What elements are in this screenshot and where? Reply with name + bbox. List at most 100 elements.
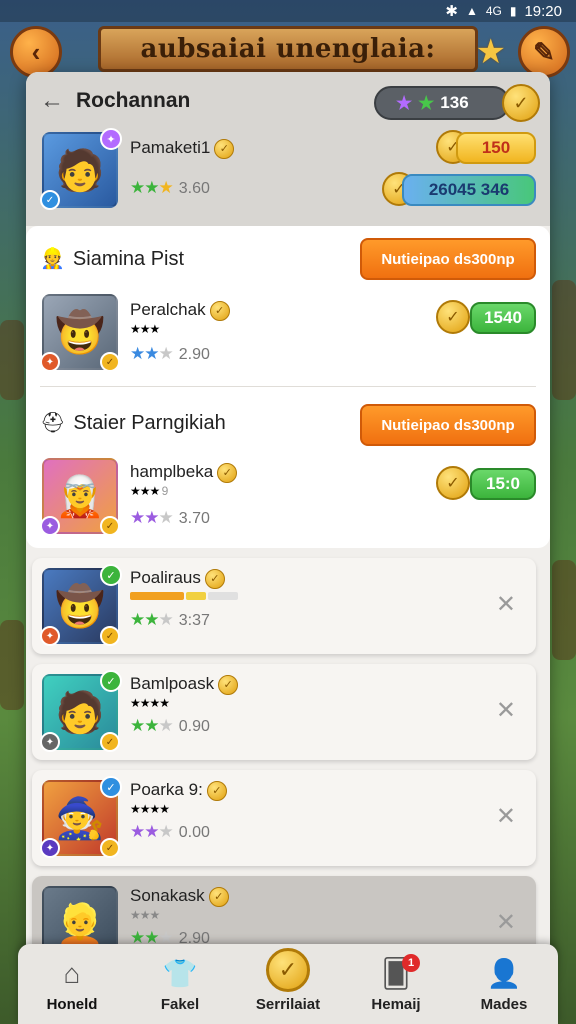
- coins-pill[interactable]: 150: [456, 132, 536, 164]
- player-portrait-icon: 🤠: [55, 584, 105, 629]
- player-name-text: hamplbeka: [130, 462, 214, 481]
- profile-stars: ★★★ 3.60: [130, 178, 210, 197]
- progress-bar: [130, 592, 184, 600]
- nav-item-home[interactable]: ⌂ Honeld: [22, 956, 122, 1013]
- coin-icon: ✓: [218, 674, 239, 695]
- list-item[interactable]: 🤠 ✓ ✦ ✓ Poaliraus ✓ ★★★ 3:37 ✕: [32, 558, 536, 654]
- coin-icon: ✓: [266, 947, 310, 992]
- background-tile: [552, 560, 576, 660]
- section-title: 👷 Siamina Pist: [40, 246, 184, 271]
- section-action-label: Nutieipao ds300np: [381, 416, 515, 434]
- coin-badge-icon: ✓: [100, 732, 120, 752]
- section-title-text: Staier Parngikiah: [73, 412, 226, 434]
- notification-badge: 1: [402, 953, 420, 972]
- avatar: 🤠 ✓ ✦ ✓: [40, 564, 122, 646]
- coin-badge-icon: ✓: [100, 352, 120, 372]
- signal-icon: ▲: [465, 4, 478, 18]
- player-rating: 2.90: [178, 346, 210, 363]
- player-name: hamplbeka ✓: [130, 462, 238, 483]
- player-name-text: Bamlpoask: [130, 674, 215, 693]
- network-label: 4G: [485, 4, 502, 18]
- purple-star-icon: ★: [396, 92, 413, 113]
- stars-value: 136: [440, 93, 469, 112]
- nav-item-cards[interactable]: 🂠 1 Hemaij: [346, 953, 446, 1013]
- avatar[interactable]: 🤠 ✦ ✓: [40, 294, 120, 372]
- coin-icon: ✓: [436, 466, 470, 500]
- section-title-text: Siamina Pist: [72, 248, 185, 270]
- stars-counter[interactable]: ★ ★ 136: [374, 86, 510, 120]
- avatar[interactable]: 🧑 ✦ ✓: [40, 128, 122, 210]
- list-item[interactable]: 🧑 ✓ ✦ ✓ Bamlpoask ✓ ★★★★ ★★★ 0.90 ✕: [32, 664, 536, 760]
- star-icon: ★: [475, 33, 506, 71]
- hardhat-icon: ⛑: [40, 412, 66, 434]
- close-icon[interactable]: ✕: [496, 696, 516, 725]
- balance-value: 26045 346: [428, 180, 510, 199]
- nav-label: Hemaij: [371, 995, 421, 1013]
- section-action-button[interactable]: Nutieipao ds300np: [360, 404, 536, 446]
- nav-item-shop[interactable]: ✓ Serrilaiat: [238, 947, 338, 1013]
- player-portrait-icon: 🧙: [55, 796, 105, 841]
- player-substars: ★★★ 9: [130, 484, 168, 498]
- back-button[interactable]: ‹: [10, 26, 62, 78]
- top-banner: ‹ aubsaiai unenglaia: ★ ✎: [0, 18, 576, 78]
- green-star-icon: ★: [418, 92, 435, 113]
- section-title: ⛑ Staier Parngikiah: [40, 410, 226, 435]
- player-substars: ★★★★: [130, 696, 170, 710]
- tools-button[interactable]: ✎: [518, 26, 570, 78]
- close-icon[interactable]: ✕: [496, 590, 516, 619]
- player-name-text: Poaliraus: [130, 568, 201, 587]
- player-rating: 3:37: [178, 612, 210, 629]
- nav-label: Fakel: [160, 995, 200, 1013]
- home-icon: ⌂: [63, 957, 81, 989]
- player-portrait-icon: 🧑: [55, 690, 105, 735]
- player-rating: 0.00: [178, 824, 210, 841]
- player-stars: ★★★ 3:37: [130, 610, 210, 629]
- player-name-text: Sonakask: [130, 886, 205, 905]
- price-pill[interactable]: 15:0: [470, 468, 536, 500]
- section-action-button[interactable]: Nutieipao ds300np: [360, 238, 536, 280]
- page-title: Rochannan: [76, 89, 191, 112]
- worker-icon: 👷: [40, 248, 65, 270]
- fire-badge-icon: ✦: [40, 626, 60, 646]
- background-tile: [552, 280, 576, 400]
- player-name-text: Poarka: [130, 780, 184, 799]
- player-name: Peralchak ✓: [130, 300, 230, 321]
- avatar[interactable]: 🧝 ✦ ✓: [40, 458, 120, 536]
- check-badge-icon: ✓: [100, 670, 122, 692]
- close-icon[interactable]: ✕: [496, 802, 516, 831]
- player-substars: ★★★★: [130, 802, 170, 816]
- player-name-text: Peralchak: [130, 300, 206, 319]
- coin-badge-icon: ✓: [100, 626, 120, 646]
- player-name: Bamlpoask ✓: [130, 674, 239, 695]
- player-portrait-icon: 🤠: [55, 310, 105, 355]
- coin-badge-icon: ✓: [100, 838, 120, 858]
- coin-icon: ✓: [208, 886, 229, 907]
- player-name: Poaliraus ✓: [130, 568, 225, 589]
- section-shortlist: 👷 Siamina Pist Nutieipao ds300np 🤠 ✦ ✓ Pe…: [26, 226, 550, 548]
- player-name: Poarka 9: ✓: [130, 780, 227, 801]
- player-stars: ★★★ 2.90: [130, 344, 210, 363]
- player-portrait-icon: 👱: [55, 902, 105, 947]
- price-value: 15:0: [485, 474, 521, 493]
- coin-icon: ✓: [436, 300, 470, 334]
- back-arrow-icon[interactable]: ←: [40, 87, 64, 115]
- player-rating: 3.70: [178, 510, 210, 527]
- avatar: 🧑 ✓ ✦ ✓: [40, 670, 122, 752]
- price-pill[interactable]: 1540: [470, 302, 536, 334]
- coin-icon: ✓: [204, 568, 225, 589]
- section-action-label: Nutieipao ds300np: [381, 250, 515, 268]
- coin-icon: ✓: [206, 780, 227, 801]
- list-item[interactable]: 🧙 ✓ ✦ ✓ Poarka 9: ✓ ★★★★ ★★★ 0.00 ✕: [32, 770, 536, 866]
- nav-item-kit[interactable]: 👕 Fakel: [130, 956, 230, 1013]
- coins-value: 150: [481, 138, 511, 157]
- purple-badge-icon: ✦: [40, 838, 60, 858]
- background-tile: [0, 620, 24, 710]
- nav-label: Mades: [480, 995, 528, 1013]
- nav-item-profile[interactable]: 👤 Mades: [454, 956, 554, 1013]
- balance-pill[interactable]: 26045 346: [402, 174, 536, 206]
- blue-badge-icon: ✓: [40, 190, 60, 210]
- close-icon[interactable]: ✕: [496, 908, 516, 937]
- header-coin-button[interactable]: ✓: [502, 84, 540, 122]
- purple-badge-icon: ✦: [40, 516, 60, 536]
- progress-bar: [186, 592, 206, 600]
